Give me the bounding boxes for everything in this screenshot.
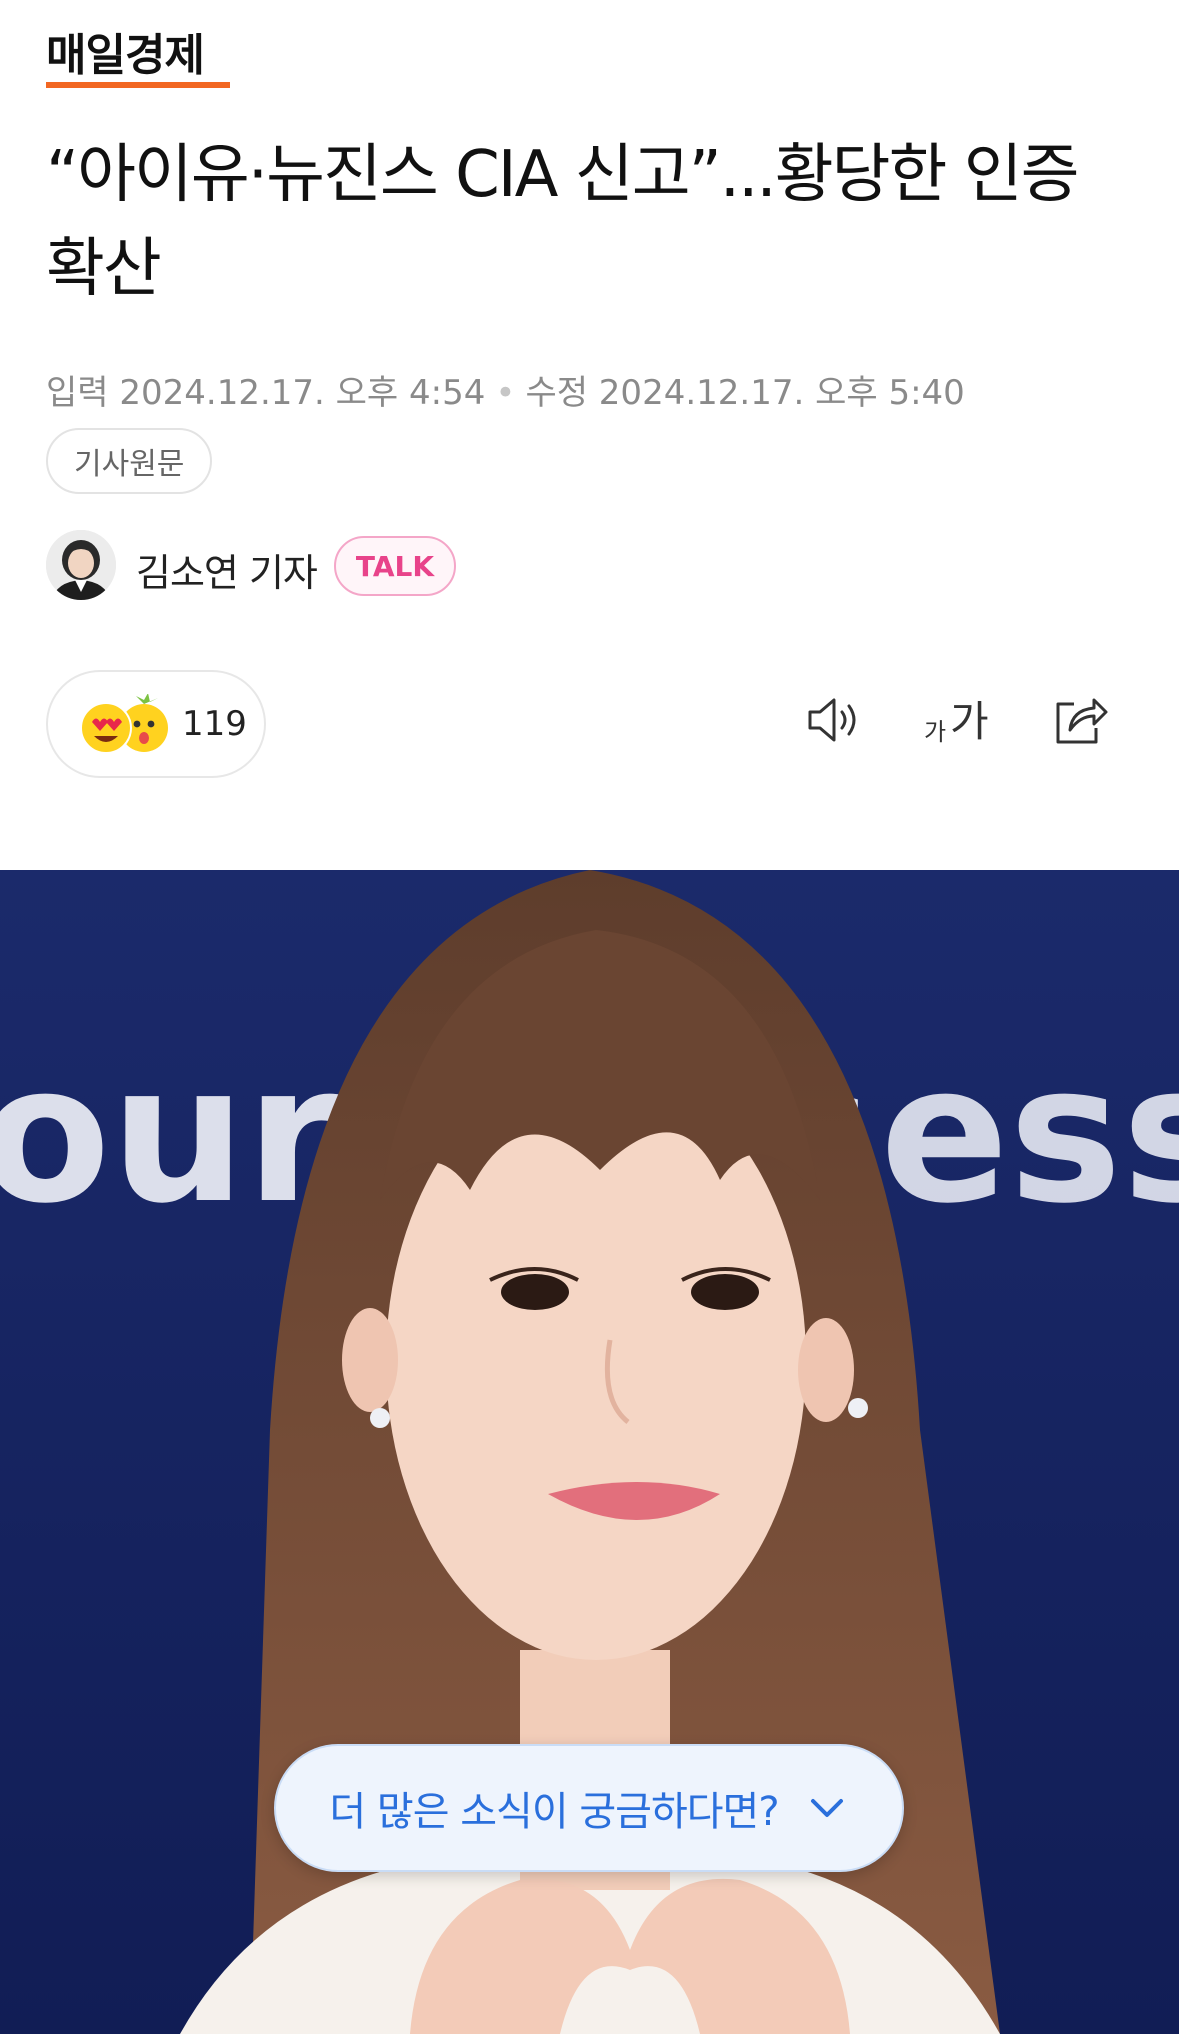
reaction-emojis <box>80 694 168 754</box>
heart-eyes-emoji <box>80 702 132 754</box>
speaker-icon[interactable] <box>804 690 864 750</box>
more-news-label: 더 많은 소식이 궁금하다면? <box>329 1789 779 1835</box>
reporter-talk-button[interactable]: TALK <box>334 536 456 596</box>
chevron-down-icon <box>810 1799 843 1817</box>
font-size-icon[interactable]: 가 가 <box>922 690 994 750</box>
svg-text:ess: ess <box>880 1024 1179 1245</box>
press-logo-underline <box>46 82 230 88</box>
talk-label: TALK <box>355 549 435 583</box>
article-headline: “아이유·뉴진스 CIA 신고”...황당한 인증 확산 <box>46 138 1080 306</box>
original-article-button[interactable]: 기사원문 <box>46 428 213 494</box>
published-date: 입력 2024.12.17. 오후 4:54 <box>46 373 486 413</box>
more-news-button[interactable]: 더 많은 소식이 궁금하다면? <box>274 1744 904 1872</box>
press-logo[interactable]: 매일경제 <box>46 34 205 78</box>
reporter-avatar[interactable] <box>46 530 116 600</box>
share-icon[interactable] <box>1050 690 1110 750</box>
original-article-label: 기사원문 <box>74 447 185 482</box>
modified-date: 수정 2024.12.17. 오후 5:40 <box>525 373 965 413</box>
reporter-name[interactable]: 김소연 기자 <box>136 542 318 597</box>
svg-text:가: 가 <box>950 697 989 746</box>
article-dates: 입력 2024.12.17. 오후 4:54 • 수정 2024.12.17. 오후… <box>46 365 965 414</box>
reaction-count: 119 <box>182 704 247 744</box>
svg-text:가: 가 <box>924 718 946 746</box>
date-separator: • <box>495 373 516 413</box>
